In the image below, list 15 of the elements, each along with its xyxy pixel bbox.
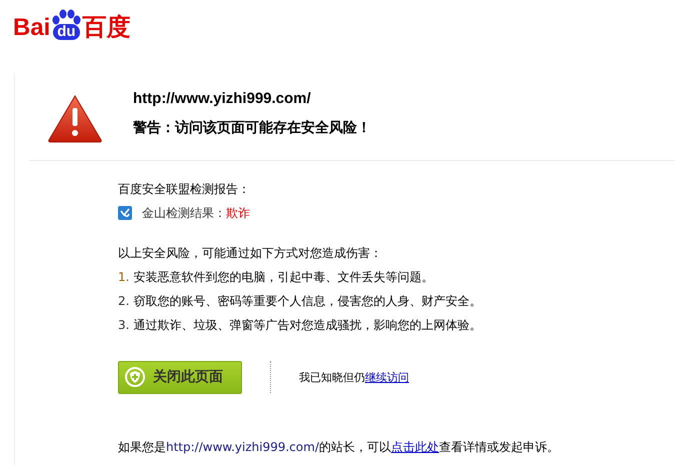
continue-link[interactable]: 继续访问 (365, 370, 409, 384)
risk-intro: 以上安全风险，可能通过如下方式对您造成伤害： (118, 245, 383, 262)
result-value: 欺诈 (226, 204, 250, 222)
site-url: http://www.yizhi999.com/ (133, 89, 312, 109)
baidu-logo: Bai du 百度 (13, 6, 130, 40)
report-title: 百度安全联盟检测报告： (118, 181, 251, 198)
risk-item: 3. 通过欺诈、垃圾、弹窗等广告对您造成骚扰，影响您的上网体验。 (118, 317, 482, 334)
footer-note: 如果您是http://www.yizhi999.com/的站长，可以点击此处查看详情或发起申诉。 (118, 439, 560, 456)
warning-title: 警告：访问该页面可能存在安全风险！ (133, 118, 371, 138)
risk-item: 1. 安装恶意软件到您的电脑，引起中毒、文件丢失等问题。 (118, 269, 434, 286)
result-label: 金山检测结果： (142, 204, 226, 222)
risk-item: 2. 窃取您的账号、密码等重要个人信息，侵害您的人身、财产安全。 (118, 293, 482, 310)
close-page-button[interactable]: 关闭此页面 (118, 360, 242, 394)
continue-text: 我已知晓但仍 (299, 370, 365, 384)
details-link[interactable]: 点击此处 (390, 440, 439, 454)
